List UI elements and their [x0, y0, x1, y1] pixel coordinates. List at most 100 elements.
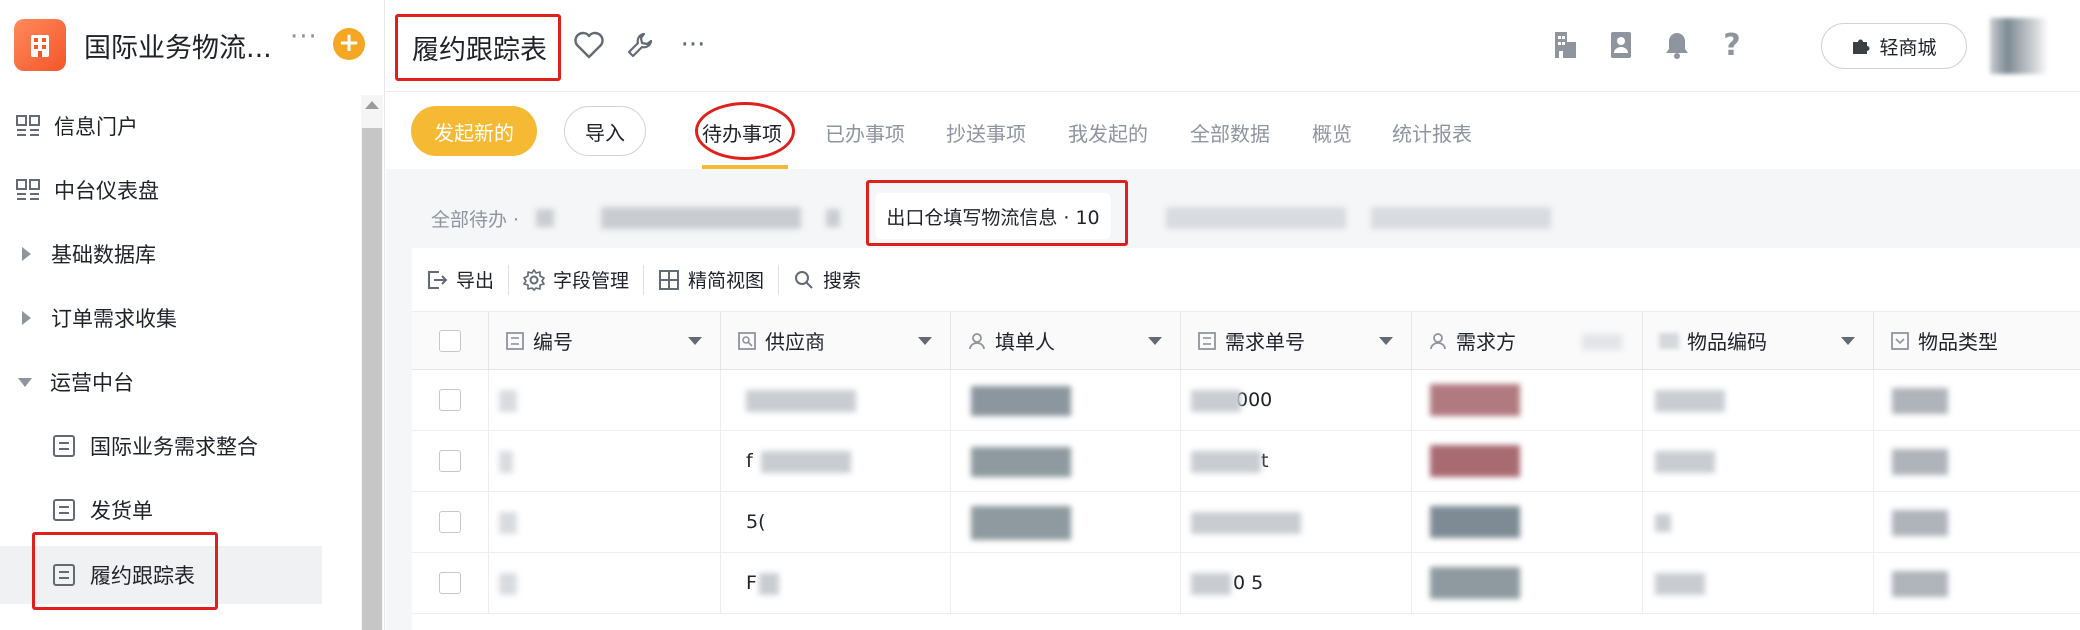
cell-request-no[interactable]: t — [1181, 431, 1412, 491]
sidebar-item-intl-demand[interactable]: 国际业务需求整合 — [0, 415, 355, 477]
avatar[interactable] — [1990, 18, 2048, 74]
top-header: 履约跟踪表 ··· ? 轻商城 — [386, 0, 2080, 92]
column-header-number[interactable]: 编号 — [489, 312, 721, 369]
row-checkbox[interactable] — [439, 511, 461, 533]
column-header-supplier[interactable]: 供应商 — [721, 312, 951, 369]
cell-requester[interactable] — [1412, 492, 1643, 552]
tab-initiated[interactable]: 我发起的 — [1068, 118, 1148, 147]
more-icon[interactable]: ··· — [676, 28, 710, 62]
table-row[interactable]: 5( — [412, 492, 2080, 553]
cell-request-no[interactable]: 0 5 — [1181, 553, 1412, 613]
column-header-requester[interactable]: 需求方 — [1412, 312, 1643, 369]
cell-item-code[interactable] — [1643, 553, 1874, 613]
sidebar-item-ops-center[interactable]: 运营中台 — [0, 351, 355, 413]
field-manage-button[interactable]: 字段管理 — [509, 264, 645, 295]
chevron-down-icon[interactable] — [918, 337, 932, 345]
sidebar-item-shipping[interactable]: 发货单 — [0, 479, 355, 541]
cell-item-code[interactable] — [1643, 492, 1874, 552]
cell-item-type[interactable] — [1874, 370, 2080, 430]
sidebar-item-order-collect[interactable]: 订单需求收集 — [0, 287, 355, 349]
chevron-down-icon[interactable] — [1379, 337, 1393, 345]
column-header-request-no[interactable]: 需求单号 — [1181, 312, 1412, 369]
cell-item-type[interactable] — [1874, 553, 2080, 613]
cell-supplier[interactable] — [721, 370, 951, 430]
column-label: 填单人 — [995, 330, 1055, 354]
building-icon[interactable] — [1548, 28, 1582, 62]
redacted-content[interactable] — [1371, 207, 1551, 229]
tab-reports[interactable]: 统计报表 — [1392, 118, 1472, 147]
table-row[interactable]: 000 — [412, 370, 2080, 431]
cell-supplier[interactable]: F — [721, 553, 951, 613]
sidebar-item-base-db[interactable]: 基础数据库 — [0, 223, 355, 285]
cell-item-type[interactable] — [1874, 492, 2080, 552]
sidebar-scroll-thumb[interactable] — [362, 128, 382, 630]
table-row[interactable]: F 0 5 — [412, 553, 2080, 614]
tab-overview[interactable]: 概览 — [1312, 118, 1352, 147]
tab-cc[interactable]: 抄送事项 — [946, 118, 1026, 147]
cell-request-no[interactable]: 000 — [1181, 370, 1412, 430]
cell-number[interactable] — [489, 492, 721, 552]
export-button[interactable]: 导出 — [412, 264, 510, 295]
sidebar-item-fulfillment[interactable]: 履约跟踪表 — [0, 546, 322, 604]
mall-button-label: 轻商城 — [1879, 36, 1937, 59]
row-checkbox-cell — [412, 492, 489, 552]
help-icon[interactable]: ? — [1715, 28, 1749, 63]
column-header-item-type[interactable]: 物品类型 — [1874, 312, 2080, 369]
wrench-icon[interactable] — [623, 28, 657, 62]
tab-pending[interactable]: 待办事项 — [702, 118, 782, 147]
chevron-down-icon[interactable] — [1148, 337, 1162, 345]
cell-submitter[interactable] — [951, 492, 1181, 552]
chevron-down-icon[interactable] — [1841, 337, 1855, 345]
lookup-field-icon — [737, 331, 757, 351]
favorite-heart-icon[interactable] — [572, 28, 606, 62]
cell-requester[interactable] — [1412, 553, 1643, 613]
row-checkbox[interactable] — [439, 389, 461, 411]
redacted-content[interactable] — [601, 207, 801, 229]
search-button[interactable]: 搜索 — [779, 265, 875, 295]
compact-view-button[interactable]: 精简视图 — [644, 264, 780, 295]
row-checkbox[interactable] — [439, 450, 461, 472]
cell-requester[interactable] — [1412, 370, 1643, 430]
cell-item-code[interactable] — [1643, 370, 1874, 430]
cell-supplier[interactable]: 5( — [721, 492, 951, 552]
sidebar-item-dashboard[interactable]: 中台仪表盘 — [0, 159, 355, 221]
redacted-content — [826, 209, 840, 227]
app-add-button[interactable]: + — [333, 28, 365, 60]
contacts-icon[interactable] — [1604, 28, 1638, 62]
table-row[interactable]: f t — [412, 431, 2080, 492]
tab-done[interactable]: 已办事项 — [825, 118, 905, 147]
cell-submitter[interactable] — [951, 431, 1181, 491]
sidebar-item-label: 信息门户 — [54, 115, 138, 139]
filter-all-pending[interactable]: 全部待办 · — [431, 205, 519, 232]
filter-export-warehouse[interactable]: 出口仓填写物流信息 · 10 — [875, 193, 1111, 239]
select-all-checkbox[interactable] — [439, 329, 461, 352]
import-button[interactable]: 导入 — [564, 106, 646, 156]
bell-icon[interactable] — [1660, 28, 1694, 62]
sidebar-item-portal[interactable]: 信息门户 — [0, 95, 355, 157]
cell-requester[interactable] — [1412, 431, 1643, 491]
cell-supplier[interactable]: f — [721, 431, 951, 491]
mall-button[interactable]: 轻商城 — [1821, 23, 1967, 69]
cell-request-no[interactable] — [1181, 492, 1412, 552]
cell-submitter[interactable] — [951, 370, 1181, 430]
search-label: 搜索 — [823, 270, 862, 292]
app-logo-icon[interactable] — [14, 19, 66, 71]
cell-number[interactable] — [489, 431, 721, 491]
form-icon — [50, 432, 78, 460]
cell-submitter[interactable] — [951, 553, 1181, 613]
column-header-item-code[interactable]: 物品编码 — [1643, 312, 1874, 369]
row-checkbox[interactable] — [439, 572, 461, 594]
new-request-button[interactable]: 发起新的 — [411, 106, 537, 156]
column-header-submitter[interactable]: 填单人 — [951, 312, 1181, 369]
chevron-down-icon[interactable] — [688, 337, 702, 345]
cell-item-code[interactable] — [1643, 431, 1874, 491]
redacted-content[interactable] — [1166, 207, 1346, 229]
cell-number[interactable] — [489, 553, 721, 613]
app-more-icon[interactable]: ··· — [290, 22, 318, 52]
scroll-up-icon[interactable] — [365, 101, 379, 109]
cell-item-type[interactable] — [1874, 431, 2080, 491]
cell-number[interactable] — [489, 370, 721, 430]
sidebar-item-label: 基础数据库 — [51, 243, 156, 267]
tab-all-data[interactable]: 全部数据 — [1190, 118, 1270, 147]
sidebar-item-label: 中台仪表盘 — [54, 179, 159, 203]
